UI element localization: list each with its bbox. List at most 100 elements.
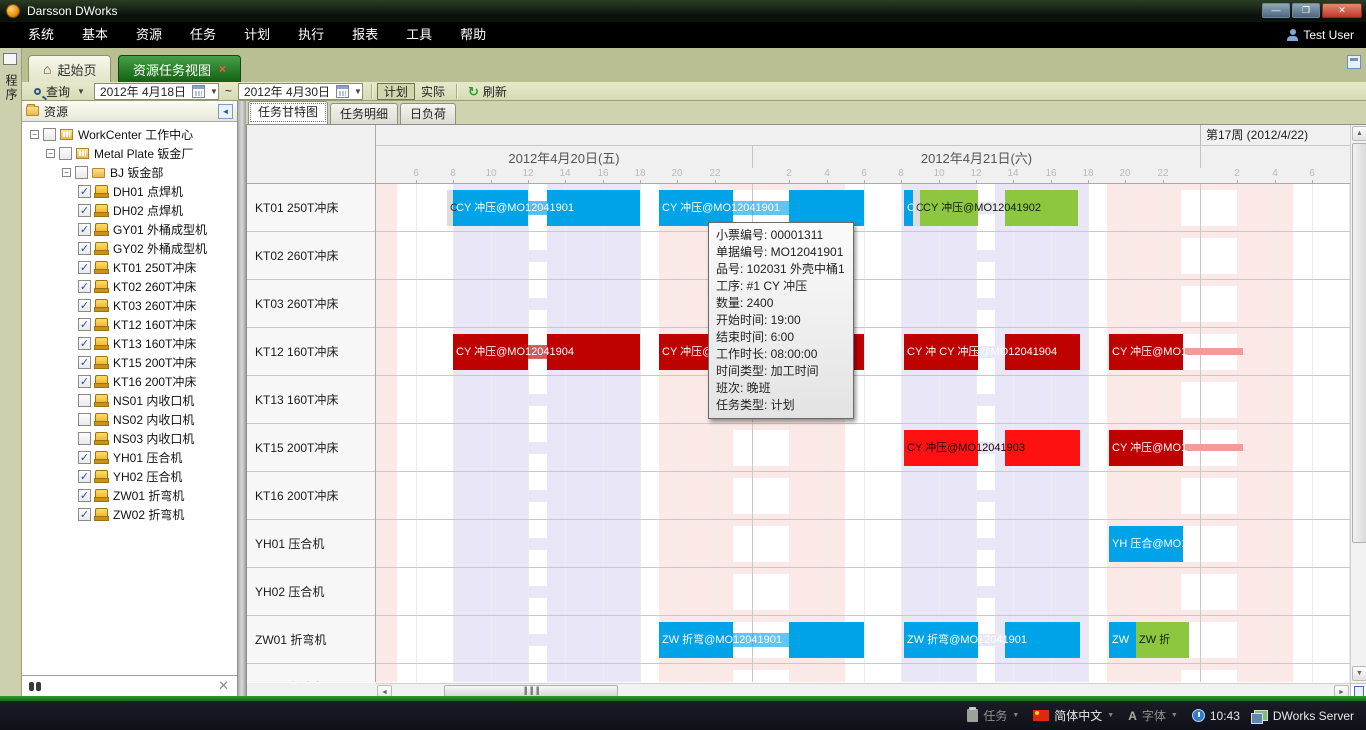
checkbox[interactable]: ✓ bbox=[78, 223, 91, 236]
gantt-bar[interactable]: ZW 折弯@MO12041901 bbox=[904, 622, 978, 658]
tree-item-ns02[interactable]: NS02 内收口机 bbox=[22, 410, 237, 429]
tree-item-kt16[interactable]: ✓KT16 200T冲床 bbox=[22, 372, 237, 391]
checkbox[interactable]: ✓ bbox=[78, 470, 91, 483]
gantt-bar[interactable] bbox=[789, 190, 864, 226]
binoculars-icon[interactable] bbox=[29, 680, 41, 691]
checkbox[interactable] bbox=[43, 128, 56, 141]
tab-resource-task-view[interactable]: 资源任务视图 × bbox=[118, 55, 241, 82]
menu-item-0[interactable]: 系统 bbox=[14, 22, 68, 48]
gantt-bar[interactable] bbox=[789, 622, 864, 658]
tree-item-dh01[interactable]: ✓DH01 点焊机 bbox=[22, 182, 237, 201]
menu-item-3[interactable]: 任务 bbox=[176, 22, 230, 48]
tree-item-kt03[interactable]: ✓KT03 260T冲床 bbox=[22, 296, 237, 315]
tree-item-yh02[interactable]: ✓YH02 压合机 bbox=[22, 467, 237, 486]
gantt-bar[interactable]: CY 冲压@MO12041903 bbox=[904, 430, 978, 466]
menu-item-2[interactable]: 资源 bbox=[122, 22, 176, 48]
tree-item-ns03[interactable]: NS03 内收口机 bbox=[22, 429, 237, 448]
checkbox[interactable] bbox=[78, 394, 91, 407]
chevron-down-icon[interactable]: ▼ bbox=[1107, 712, 1114, 719]
tree-item-kt12[interactable]: ✓KT12 160T冲床 bbox=[22, 315, 237, 334]
gantt-bar[interactable]: CY 冲压@MO1 bbox=[1109, 334, 1183, 370]
checkbox[interactable]: ✓ bbox=[78, 508, 91, 521]
menu-item-6[interactable]: 报表 bbox=[338, 22, 392, 48]
status-item-0[interactable]: 任务▼ bbox=[967, 707, 1019, 724]
gantt-bar[interactable]: CY 冲压@MO12041901 bbox=[659, 190, 733, 226]
restore-button[interactable]: ❐ bbox=[1292, 3, 1320, 18]
collapsed-panel-strip[interactable]: 程序 bbox=[0, 48, 22, 696]
tree-item-kt13[interactable]: ✓KT13 160T冲床 bbox=[22, 334, 237, 353]
chevron-down-icon[interactable]: ▼ bbox=[1012, 712, 1019, 719]
checkbox[interactable] bbox=[78, 413, 91, 426]
menu-item-1[interactable]: 基本 bbox=[68, 22, 122, 48]
clear-filter-icon[interactable]: ✕ bbox=[218, 678, 229, 694]
query-button[interactable]: 查询 ▼ bbox=[28, 83, 91, 100]
menu-item-5[interactable]: 执行 bbox=[284, 22, 338, 48]
gantt-bar[interactable]: C bbox=[913, 190, 920, 226]
chevron-down-icon[interactable]: ▼ bbox=[354, 87, 362, 96]
gantt-bar[interactable] bbox=[1183, 348, 1243, 355]
user-chip[interactable]: Test User bbox=[1287, 22, 1354, 48]
checkbox[interactable]: ✓ bbox=[78, 337, 91, 350]
checkbox[interactable]: ✓ bbox=[78, 356, 91, 369]
status-item-1[interactable]: 简体中文▼ bbox=[1033, 707, 1114, 724]
status-item-2[interactable]: A字体▼ bbox=[1128, 707, 1178, 724]
checkbox[interactable]: ✓ bbox=[78, 451, 91, 464]
tree-item-metal-plate[interactable]: −Metal Plate 钣金厂 bbox=[22, 144, 237, 163]
collapse-node-icon[interactable]: − bbox=[46, 149, 55, 158]
tree-item-zw02[interactable]: ✓ZW02 折弯机 bbox=[22, 505, 237, 524]
checkbox[interactable]: ✓ bbox=[78, 375, 91, 388]
checkbox[interactable]: ✓ bbox=[78, 318, 91, 331]
tree-item-workcenter[interactable]: −WorkCenter 工作中心 bbox=[22, 125, 237, 144]
tree-item-bj[interactable]: −BJ 钣金部 bbox=[22, 163, 237, 182]
collapse-node-icon[interactable]: − bbox=[30, 130, 39, 139]
tree-item-ns01[interactable]: NS01 内收口机 bbox=[22, 391, 237, 410]
checkbox[interactable] bbox=[75, 166, 88, 179]
checkbox[interactable]: ✓ bbox=[78, 204, 91, 217]
checkbox[interactable]: ✓ bbox=[78, 299, 91, 312]
layout-icon[interactable] bbox=[1347, 55, 1361, 69]
tab-home[interactable]: ⌂ 起始页 bbox=[28, 55, 111, 82]
refresh-button[interactable]: ↻ 刷新 bbox=[462, 83, 513, 100]
chevron-down-icon[interactable]: ▼ bbox=[77, 87, 85, 96]
checkbox[interactable] bbox=[59, 147, 72, 160]
vertical-scroll-thumb[interactable] bbox=[1352, 143, 1366, 543]
checkbox[interactable]: ✓ bbox=[78, 242, 91, 255]
gantt-bar[interactable]: ZW bbox=[1109, 622, 1136, 658]
tab-close-icon[interactable]: × bbox=[219, 62, 226, 76]
tree-item-kt15[interactable]: ✓KT15 200T冲床 bbox=[22, 353, 237, 372]
gantt-bar[interactable]: ZW 折弯@MO12041901 bbox=[659, 622, 733, 658]
tree-item-kt01[interactable]: ✓KT01 250T冲床 bbox=[22, 258, 237, 277]
gantt-tab-2[interactable]: 日负荷 bbox=[400, 103, 456, 124]
scroll-down-icon[interactable]: ▼ bbox=[1352, 666, 1366, 681]
minimize-button[interactable]: — bbox=[1262, 3, 1290, 18]
gantt-bar[interactable]: C bbox=[904, 190, 913, 226]
checkbox[interactable]: ✓ bbox=[78, 185, 91, 198]
gantt-bar[interactable]: CY 冲压@MO1 bbox=[1109, 430, 1183, 466]
panel-splitter[interactable] bbox=[238, 101, 246, 696]
date-to-field[interactable]: 2012年 4月30日 ▼ bbox=[238, 83, 363, 100]
scroll-up-icon[interactable]: ▲ bbox=[1352, 126, 1366, 141]
tree-item-gy01[interactable]: ✓GY01 外桶成型机 bbox=[22, 220, 237, 239]
collapse-node-icon[interactable]: − bbox=[62, 168, 71, 177]
collapse-panel-button[interactable]: ◄ bbox=[218, 104, 233, 119]
tree-item-yh01[interactable]: ✓YH01 压合机 bbox=[22, 448, 237, 467]
gantt-tab-0[interactable]: 任务甘特图 bbox=[248, 101, 328, 124]
checkbox[interactable]: ✓ bbox=[78, 489, 91, 502]
tree-item-zw01[interactable]: ✓ZW01 折弯机 bbox=[22, 486, 237, 505]
checkbox[interactable]: ✓ bbox=[78, 261, 91, 274]
gantt-bar[interactable]: CY 冲压@MO12041902 bbox=[920, 190, 978, 226]
gantt-bar[interactable]: CY 冲压@MO12041904 bbox=[453, 334, 528, 370]
plan-toggle-button[interactable]: 计划 bbox=[377, 83, 415, 100]
close-button[interactable]: ✕ bbox=[1322, 3, 1362, 18]
menu-item-4[interactable]: 计划 bbox=[230, 22, 284, 48]
gantt-bar[interactable]: YH 压合@MO1 bbox=[1109, 526, 1183, 562]
date-from-field[interactable]: 2012年 4月18日 ▼ bbox=[94, 83, 219, 100]
checkbox[interactable] bbox=[78, 432, 91, 445]
gantt-bar[interactable]: CY 冲 CY 冲压@MO12041904 bbox=[904, 334, 978, 370]
vertical-scrollbar[interactable]: ▲ ▼ bbox=[1350, 125, 1366, 698]
tree-item-dh02[interactable]: ✓DH02 点焊机 bbox=[22, 201, 237, 220]
gantt-bar[interactable]: CY 冲压@MO12041901 bbox=[453, 190, 528, 226]
menu-item-8[interactable]: 帮助 bbox=[446, 22, 500, 48]
menu-item-7[interactable]: 工具 bbox=[392, 22, 446, 48]
gantt-tab-1[interactable]: 任务明细 bbox=[330, 103, 398, 124]
